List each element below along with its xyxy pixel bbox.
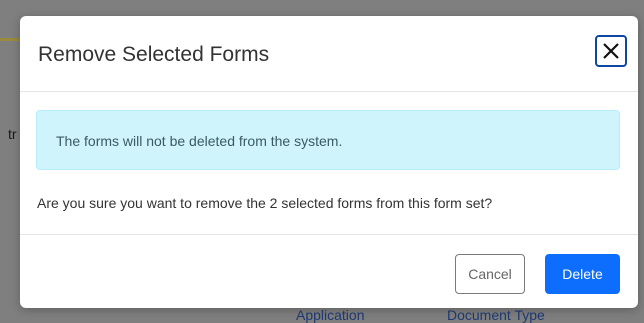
alert-message: The forms will not be deleted from the s… — [56, 133, 343, 149]
close-icon — [603, 43, 619, 59]
background-document-type-link: Document Type — [447, 307, 545, 323]
close-button[interactable] — [595, 35, 627, 67]
cancel-button[interactable]: Cancel — [455, 254, 525, 294]
dialog-body: The forms will not be deleted from the s… — [20, 92, 638, 235]
background-application-link: Application — [296, 307, 365, 323]
background-partial-text: tr — [8, 126, 17, 142]
confirmation-message: Are you sure you want to remove the 2 se… — [37, 195, 493, 211]
remove-forms-dialog: Remove Selected Forms The forms will not… — [20, 16, 638, 308]
dialog-footer: Cancel Delete — [20, 235, 638, 309]
info-alert: The forms will not be deleted from the s… — [36, 110, 620, 170]
dialog-title: Remove Selected Forms — [38, 43, 270, 66]
delete-button[interactable]: Delete — [545, 254, 620, 294]
dialog-header: Remove Selected Forms — [20, 16, 638, 92]
